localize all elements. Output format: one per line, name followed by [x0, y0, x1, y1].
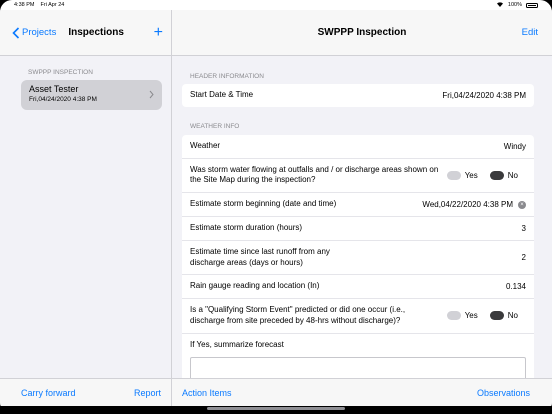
yes-label: Yes [464, 311, 478, 321]
start-date-value: Fri,04/24/2020 4:38 PM [442, 90, 526, 100]
edit-button[interactable]: Edit [522, 27, 538, 38]
qualifying-question-label: Is a "Qualifying Storm Event" predicted … [190, 305, 406, 325]
detail-toolbar: Action Items Observations [172, 378, 552, 406]
yes-radio[interactable] [446, 170, 461, 180]
list-item-subtitle: Fri,04/24/2020 4:38 PM [29, 96, 97, 103]
carry-forward-button[interactable]: Carry forward [21, 388, 76, 398]
weather-info-group: Weather Windy Was storm water flowing at… [182, 134, 534, 378]
storm-duration-value: 3 [521, 223, 526, 233]
qualifying-question-row: Is a "Qualifying Storm Event" predicted … [182, 299, 534, 334]
since-runoff-value: 2 [521, 253, 526, 263]
clear-icon[interactable]: × [518, 200, 526, 209]
home-indicator[interactable] [207, 407, 345, 410]
storm-begin-label: Estimate storm beginning (date and time) [190, 199, 337, 209]
start-date-row[interactable]: Start Date & Time Fri,04/24/2020 4:38 PM [182, 84, 534, 107]
qualifying-yes-no: Yes No [446, 311, 526, 321]
storm-begin-value: Wed,04/22/2020 4:38 PM [422, 200, 513, 210]
chevron-right-icon [149, 90, 154, 99]
chevron-left-icon [12, 26, 20, 39]
flowing-yes-no: Yes No [446, 170, 526, 180]
action-items-button[interactable]: Action Items [182, 388, 232, 398]
header-info-group: Start Date & Time Fri,04/24/2020 4:38 PM [182, 84, 534, 107]
list-item-title: Asset Tester [29, 84, 79, 94]
weather-label: Weather [190, 140, 221, 150]
yes-label: Yes [464, 170, 478, 180]
status-time: 4:38 PM [14, 2, 35, 8]
observations-button[interactable]: Observations [477, 388, 530, 398]
storm-duration-row[interactable]: Estimate storm duration (hours) 3 [182, 217, 534, 241]
device-frame: 4:38 PM Fri Apr 24 100% Projects Inspect… [0, 0, 552, 414]
since-runoff-row[interactable]: Estimate time since last runoff from any… [182, 241, 534, 276]
weather-value: Windy [503, 141, 526, 151]
sidebar-title: Inspections [68, 27, 124, 38]
rain-gauge-label: Rain gauge reading and location (In) [190, 281, 320, 291]
no-radio[interactable] [489, 311, 504, 321]
add-inspection-button[interactable]: + [154, 24, 163, 41]
sidebar: Projects Inspections + SWPPP INSPECTION … [0, 10, 172, 406]
sidebar-toolbar: Carry forward Report [0, 378, 171, 406]
form-scroll-area[interactable]: HEADER INFORMATION Start Date & Time Fri… [172, 56, 552, 378]
page-title: SWPPP Inspection [317, 27, 407, 38]
rain-gauge-row[interactable]: Rain gauge reading and location (In) 0.1… [182, 275, 534, 300]
yes-radio[interactable] [446, 311, 461, 321]
no-label: No [507, 311, 518, 321]
forecast-row: If Yes, summarize forecast [182, 334, 534, 378]
no-radio[interactable] [489, 170, 504, 180]
sidebar-section-header: SWPPP INSPECTION [28, 68, 93, 76]
rain-gauge-value: 0.134 [505, 282, 526, 292]
wifi-icon [496, 1, 504, 9]
battery-percent: 100% [507, 2, 522, 8]
list-item-inspection[interactable]: Asset Tester Fri,04/24/2020 4:38 PM [21, 80, 162, 110]
status-date: Fri Apr 24 [40, 2, 65, 8]
flowing-question-label: Was storm water flowing at outfalls and … [190, 164, 439, 185]
flowing-question-row: Was storm water flowing at outfalls and … [182, 159, 534, 194]
start-date-label: Start Date & Time [190, 90, 254, 99]
weather-info-section: WEATHER INFO [190, 123, 240, 131]
detail-navbar: SWPPP Inspection Edit [172, 10, 552, 56]
battery-icon [526, 2, 538, 8]
forecast-label: If Yes, summarize forecast [190, 339, 284, 349]
back-button[interactable]: Projects [12, 26, 57, 39]
sidebar-navbar: Projects Inspections + [0, 10, 171, 56]
weather-row[interactable]: Weather Windy [182, 135, 534, 159]
header-info-section: HEADER INFORMATION [190, 72, 264, 80]
back-label: Projects [22, 27, 57, 38]
status-bar: 4:38 PM Fri Apr 24 100% [0, 0, 552, 10]
forecast-textarea[interactable] [190, 356, 526, 378]
report-button[interactable]: Report [134, 388, 161, 398]
no-label: No [507, 170, 518, 180]
since-runoff-label: Estimate time since last runoff from any… [190, 246, 330, 267]
detail-pane: SWPPP Inspection Edit HEADER INFORMATION… [172, 10, 552, 406]
storm-duration-label: Estimate storm duration (hours) [190, 222, 303, 232]
storm-begin-row[interactable]: Estimate storm beginning (date and time)… [182, 193, 534, 217]
